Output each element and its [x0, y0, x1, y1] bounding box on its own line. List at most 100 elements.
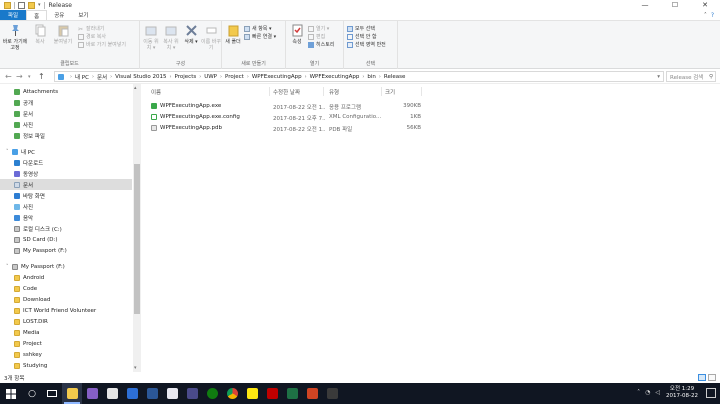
taskbar-kakaotalk[interactable]: [242, 383, 262, 404]
nav-item[interactable]: 정보 파일: [0, 130, 132, 141]
paste-shortcut-button[interactable]: 바로 가기 붙여넣기: [78, 41, 126, 48]
nav-item[interactable]: Attachments: [0, 86, 132, 97]
nav-item[interactable]: sshkey: [0, 349, 132, 360]
tab-share[interactable]: 공유: [47, 10, 71, 20]
select-all-button[interactable]: 모두 선택: [347, 25, 375, 32]
pin-to-quick-access-button[interactable]: 바로 가기에 고정: [2, 24, 28, 51]
scroll-up-icon[interactable]: ▴: [134, 85, 137, 91]
task-view-button[interactable]: [42, 383, 62, 404]
nav-item-this-pc[interactable]: ˅ 내 PC: [0, 146, 132, 157]
nav-item[interactable]: 문서: [0, 108, 132, 119]
column-header-type[interactable]: 유형: [329, 88, 339, 96]
nav-item[interactable]: 로컬 디스크 (C:): [0, 223, 132, 234]
taskbar-excel[interactable]: [282, 383, 302, 404]
nav-item[interactable]: My Passport (F:): [0, 245, 132, 256]
nav-item[interactable]: 다운로드: [0, 157, 132, 168]
open-button[interactable]: 열기 ▾: [308, 25, 329, 32]
taskbar-app[interactable]: [182, 383, 202, 404]
new-folder-button[interactable]: 새 폴더: [225, 24, 241, 45]
properties-button[interactable]: 속성: [289, 24, 305, 45]
nav-item[interactable]: Studying: [0, 360, 132, 371]
taskbar-word[interactable]: [142, 383, 162, 404]
nav-item[interactable]: 바탕 화면: [0, 190, 132, 201]
nav-item[interactable]: 동영상: [0, 168, 132, 179]
breadcrumb[interactable]: Visual Studio 2015: [115, 74, 166, 80]
rename-button[interactable]: 이름 바꾸기: [201, 24, 221, 51]
maximize-button[interactable]: ☐: [660, 0, 690, 10]
volume-icon[interactable]: ◁: [655, 389, 660, 396]
taskbar-visual-studio[interactable]: [82, 383, 102, 404]
forward-button[interactable]: →: [16, 72, 23, 81]
taskbar-onenote[interactable]: [162, 383, 182, 404]
table-row[interactable]: WPFExecutingApp.exe 2017-08-22 오전 1... 응…: [147, 101, 422, 111]
nav-item[interactable]: 공개: [0, 97, 132, 108]
copy-button[interactable]: 복사: [32, 24, 48, 45]
ribbon-collapse-icon[interactable]: ˄: [704, 12, 707, 19]
breadcrumb[interactable]: bin: [367, 74, 376, 80]
chevron-down-icon[interactable]: ˅: [6, 149, 11, 155]
taskbar-photos[interactable]: [122, 383, 142, 404]
nav-item-my-passport[interactable]: ˅ My Passport (F:): [0, 261, 132, 272]
copy-path-button[interactable]: 경로 복사: [78, 33, 106, 40]
nav-item[interactable]: LOST.DIR: [0, 316, 132, 327]
large-icons-view-button[interactable]: [708, 374, 716, 381]
taskbar-filezilla[interactable]: [262, 383, 282, 404]
search-button[interactable]: ○: [22, 383, 42, 404]
scrollbar-thumb[interactable]: [134, 164, 140, 314]
tab-file[interactable]: 파일: [0, 10, 27, 20]
up-button[interactable]: ↑: [38, 72, 45, 81]
nav-item[interactable]: Project: [0, 338, 132, 349]
taskbar-explorer[interactable]: [62, 383, 82, 404]
network-icon[interactable]: ◔: [645, 389, 650, 396]
select-none-button[interactable]: 선택 안 함: [347, 33, 377, 40]
start-button[interactable]: [0, 383, 22, 404]
breadcrumb[interactable]: WPFExecutingApp: [310, 74, 360, 80]
taskbar-xbox[interactable]: [202, 383, 222, 404]
paste-button[interactable]: 붙여넣기: [52, 24, 74, 45]
nav-item[interactable]: ICT World Friend Volunteer: [0, 305, 132, 316]
customize-quick-access-icon[interactable]: ▾: [38, 2, 41, 8]
breadcrumb[interactable]: Project: [225, 74, 244, 80]
column-header-date[interactable]: 수정한 날짜: [273, 88, 300, 96]
scroll-down-icon[interactable]: ▾: [134, 365, 137, 371]
new-item-button[interactable]: 새 항목 ▾: [244, 25, 272, 32]
breadcrumb[interactable]: 문서: [97, 73, 107, 81]
notifications-icon[interactable]: [706, 388, 716, 398]
recent-locations-icon[interactable]: ▾: [28, 74, 31, 80]
nav-item[interactable]: 음악: [0, 212, 132, 223]
help-icon[interactable]: ?: [711, 12, 714, 19]
cut-button[interactable]: ✂ 잘라내기: [78, 25, 104, 33]
clock[interactable]: 오전 1:29 2017-08-22: [666, 386, 698, 400]
delete-button[interactable]: 삭제 ▾: [182, 24, 200, 45]
nav-item[interactable]: 사진: [0, 201, 132, 212]
history-button[interactable]: 히스토리: [308, 41, 334, 48]
table-row[interactable]: WPFExecutingApp.pdb 2017-08-22 오전 1... P…: [147, 123, 422, 133]
taskbar-ppt[interactable]: [302, 383, 322, 404]
breadcrumb[interactable]: Projects: [175, 74, 197, 80]
chevron-down-icon[interactable]: ˅: [6, 264, 11, 270]
taskbar-store[interactable]: [102, 383, 122, 404]
close-button[interactable]: ✕: [690, 0, 720, 10]
nav-item[interactable]: Media: [0, 327, 132, 338]
column-header-name[interactable]: 이름: [151, 88, 161, 96]
edit-button[interactable]: 편집: [308, 33, 325, 40]
properties-quick-icon[interactable]: [18, 1, 25, 9]
nav-scrollbar[interactable]: ▴ ▾: [133, 84, 141, 372]
copy-to-button[interactable]: 복사 위치 ▾: [162, 24, 180, 51]
column-header-size[interactable]: 크기: [385, 88, 395, 96]
search-input[interactable]: Release 검색 ⚲: [666, 71, 716, 82]
taskbar-app2[interactable]: [322, 383, 342, 404]
breadcrumb[interactable]: WPFExecutingApp: [252, 74, 302, 80]
tab-home[interactable]: 홈: [26, 10, 48, 20]
breadcrumb[interactable]: 내 PC: [75, 73, 89, 81]
invert-selection-button[interactable]: 선택 영역 반전: [347, 41, 386, 48]
easy-access-button[interactable]: 빠른 연결 ▾: [244, 33, 276, 40]
minimize-button[interactable]: —: [630, 0, 660, 10]
table-row[interactable]: WPFExecutingApp.exe.config 2017-08-21 오후…: [147, 112, 422, 122]
new-folder-quick-icon[interactable]: [28, 1, 35, 9]
move-to-button[interactable]: 이동 위치 ▾: [142, 24, 160, 51]
breadcrumb[interactable]: Release: [384, 74, 406, 80]
nav-item[interactable]: SD Card (D:): [0, 234, 132, 245]
nav-item[interactable]: Android: [0, 272, 132, 283]
back-button[interactable]: ←: [5, 72, 12, 81]
